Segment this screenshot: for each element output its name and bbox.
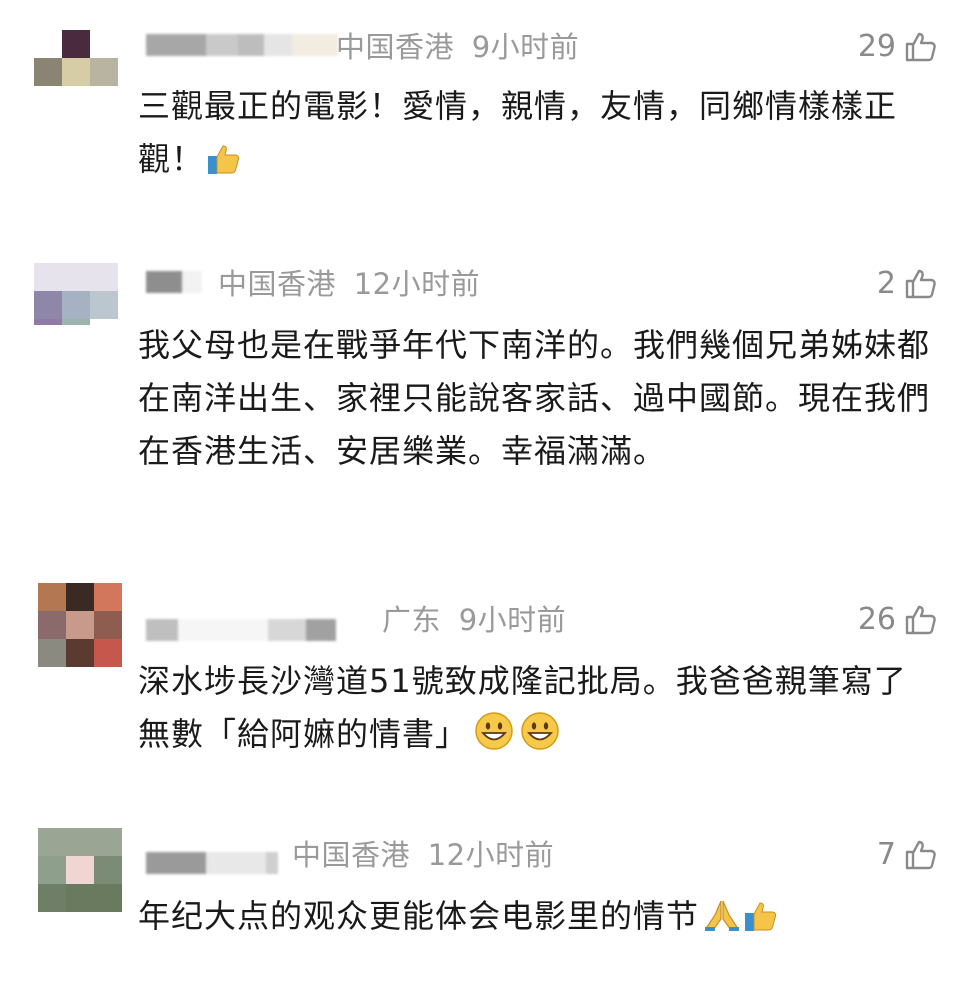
avatar-pixel [62, 291, 90, 319]
comment-time: 12小时前 [427, 838, 555, 872]
avatar-pixel [66, 856, 94, 884]
avatar-pixel [90, 319, 118, 325]
like-count: 29 [857, 29, 896, 64]
username-blurred[interactable] [146, 617, 336, 643]
avatar-pixel [62, 30, 90, 58]
avatar[interactable] [34, 263, 118, 325]
avatar-pixel [38, 639, 66, 667]
avatar[interactable] [34, 30, 118, 114]
like-button[interactable]: 7 [877, 838, 938, 872]
avatar-pixel [90, 58, 118, 86]
comment-text: 三觀最正的電影！愛情，親情，友情，同鄉情樣樣正觀！ [138, 87, 898, 178]
username-blurred[interactable] [146, 32, 338, 58]
username-blurred[interactable] [146, 850, 278, 876]
like-count: 7 [876, 837, 896, 872]
praying-hands-emoji-icon [705, 900, 740, 931]
like-count: 2 [876, 266, 896, 301]
comment-time: 12小时前 [353, 267, 481, 301]
comment-meta: 广东 9小时前 [382, 603, 566, 637]
comment-text: 我父母也是在戰爭年代下南洋的。我們幾個兄弟姊妹都在南洋出生、家裡只能說客家話、過… [138, 326, 931, 470]
thumbs-up-outline-icon [905, 605, 936, 635]
comment-text: 年纪大点的观众更能体会电影里的情节 [138, 890, 940, 943]
avatar-pixel [34, 58, 62, 86]
avatar-pixel [90, 263, 118, 291]
comment-meta: 中国香港 12小时前 [218, 267, 480, 301]
avatar-pixel [62, 58, 90, 86]
avatar-pixel [62, 319, 90, 325]
avatar-pixel [66, 828, 94, 856]
avatar-pixel [66, 583, 94, 611]
comment-time: 9小时前 [471, 30, 580, 64]
avatar-pixel [62, 263, 90, 291]
avatar-pixel [94, 611, 122, 639]
avatar-pixel [66, 611, 94, 639]
avatar-pixel [34, 30, 62, 58]
avatar-pixel [90, 86, 118, 114]
comment-region: 中国香港 [336, 30, 455, 64]
thumbs-up-emoji-icon [208, 145, 240, 174]
avatar-pixel [94, 583, 122, 611]
comment-meta: 中国香港 9小时前 [336, 30, 579, 64]
avatar[interactable] [38, 828, 122, 912]
like-button[interactable]: 29 [858, 30, 938, 64]
grinning-face-emoji-icon [521, 712, 559, 750]
avatar-pixel [94, 884, 122, 912]
grinning-face-emoji-icon [475, 712, 513, 750]
avatar-pixel [34, 86, 62, 114]
comment-region: 中国香港 [218, 267, 337, 301]
avatar-pixel [94, 639, 122, 667]
avatar-pixel [90, 30, 118, 58]
thumbs-up-outline-icon [905, 840, 936, 870]
avatar-pixel [90, 291, 118, 319]
avatar-pixel [94, 856, 122, 884]
like-count: 26 [857, 602, 896, 637]
like-button[interactable]: 2 [877, 267, 938, 301]
comment-meta: 中国香港 12小时前 [292, 838, 554, 872]
like-button[interactable]: 26 [858, 603, 938, 637]
avatar[interactable] [38, 583, 122, 667]
avatar-pixel [34, 291, 62, 319]
comment-region: 广东 [382, 603, 442, 637]
avatar-pixel [38, 828, 66, 856]
avatar-pixel [38, 611, 66, 639]
comment-time: 9小时前 [458, 603, 567, 637]
avatar-pixel [34, 263, 62, 291]
avatar-pixel [94, 828, 122, 856]
avatar-pixel [34, 319, 62, 325]
avatar-pixel [38, 583, 66, 611]
comment-region: 中国香港 [292, 838, 411, 872]
avatar-pixel [66, 884, 94, 912]
avatar-pixel [38, 856, 66, 884]
avatar-pixel [62, 86, 90, 114]
thumbs-up-emoji-icon [745, 902, 777, 931]
username-blurred[interactable] [146, 269, 202, 295]
avatar-pixel [66, 639, 94, 667]
thumbs-up-outline-icon [905, 32, 936, 62]
thumbs-up-outline-icon [905, 269, 936, 299]
comment-text: 深水埗長沙灣道51號致成隆記批局。我爸爸親筆寫了無數「給阿嫲的情書」 [138, 662, 907, 753]
avatar-pixel [38, 884, 66, 912]
